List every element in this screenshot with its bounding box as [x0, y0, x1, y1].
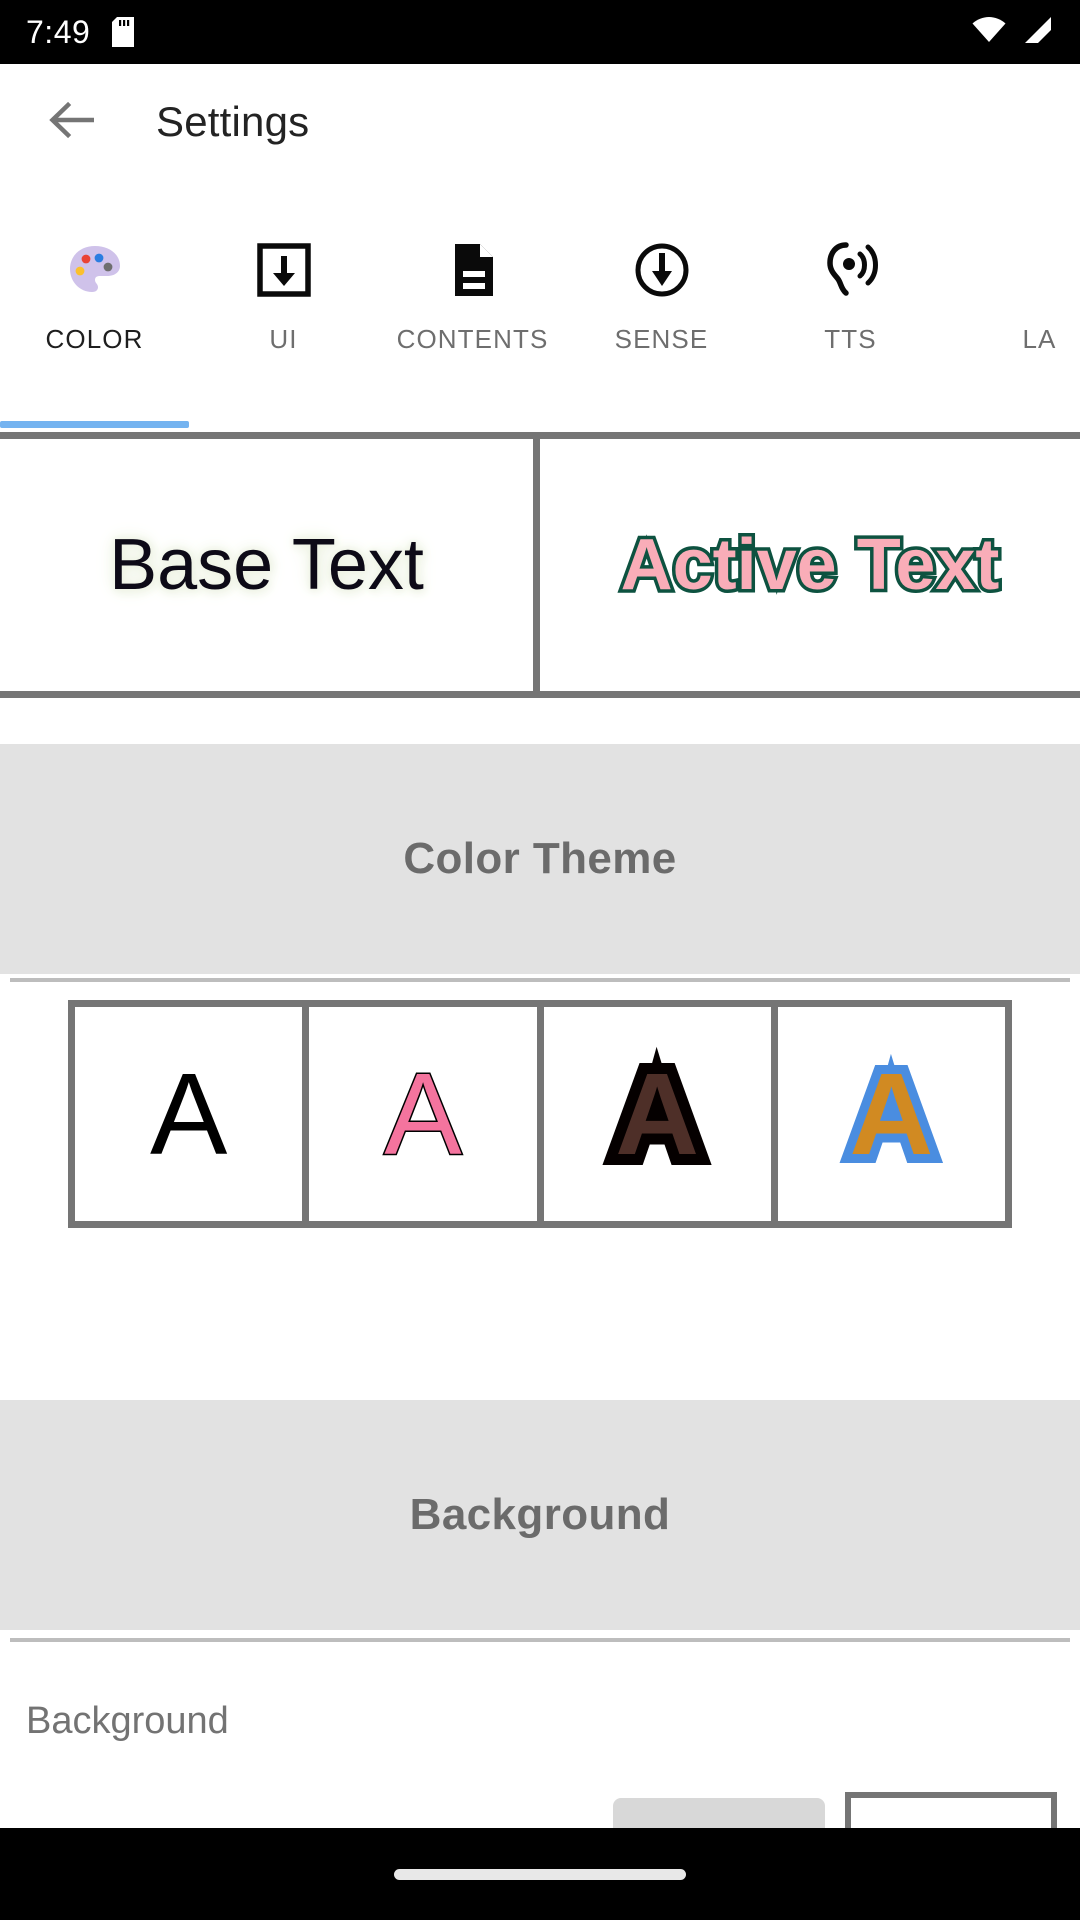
tab-contents[interactable]: CONTENTS: [378, 222, 567, 428]
section-header-background: Background: [0, 1400, 1080, 1630]
divider-background: [10, 1638, 1070, 1642]
home-gesture-pill[interactable]: [394, 1868, 686, 1880]
back-arrow-icon: [49, 100, 97, 145]
section-header-color-theme: Color Theme: [0, 744, 1080, 974]
section-title-color-theme: Color Theme: [403, 834, 677, 883]
circle-down-arrow-icon: [630, 238, 694, 302]
tab-label-sense: SENSE: [614, 324, 709, 354]
tab-sense[interactable]: SENSE: [567, 222, 756, 428]
theme-glyph-a: A: [841, 1047, 943, 1181]
tab-label-contents: CONTENTS: [396, 324, 549, 354]
color-theme-swatch-row[interactable]: A A A A: [68, 1000, 1012, 1228]
theme-glyph-a: A: [604, 1045, 710, 1183]
status-bar: 7:49: [0, 0, 1080, 64]
hearing-icon: [819, 238, 883, 302]
active-text-sample: Active Text: [617, 522, 1003, 609]
tab-label-language: LA: [1022, 324, 1057, 354]
tab-color[interactable]: COLOR: [0, 222, 189, 428]
tab-label-tts: TTS: [824, 324, 877, 354]
theme-swatch-plain-black[interactable]: A: [75, 1007, 303, 1221]
theme-swatch-brown-black[interactable]: A: [543, 1007, 771, 1221]
section-title-background: Background: [409, 1490, 671, 1539]
document-icon: [441, 238, 505, 302]
base-text-sample: Base Text: [109, 525, 424, 605]
theme-glyph-a: A: [149, 1049, 228, 1179]
tab-ui[interactable]: UI: [189, 222, 378, 428]
phone-screen: 7:49 Settings COLOR UI CONTENTS SENSE TT…: [0, 0, 1080, 1920]
cellular-signal-icon: [1022, 16, 1052, 48]
settings-tab-bar[interactable]: COLOR UI CONTENTS SENSE TTS LA: [0, 222, 1080, 428]
active-text-preview[interactable]: Active Text: [540, 439, 1080, 691]
app-bar: Settings: [0, 64, 1080, 180]
base-text-preview[interactable]: Base Text: [0, 439, 540, 691]
background-row-label: Background: [26, 1700, 229, 1742]
tab-language[interactable]: LA: [945, 222, 1080, 428]
theme-swatch-pink[interactable]: A: [309, 1007, 537, 1221]
theme-swatch-orange-blue[interactable]: A: [777, 1007, 1005, 1221]
tab-label-color: COLOR: [45, 324, 144, 354]
status-bar-clock: 7:49: [26, 13, 91, 50]
language-icon: [1008, 238, 1072, 302]
download-box-icon: [252, 238, 316, 302]
system-navigation-bar: [0, 1828, 1080, 1920]
divider-color-theme: [10, 978, 1070, 982]
tab-active-indicator: [0, 421, 189, 428]
tab-tts[interactable]: TTS: [756, 222, 945, 428]
tab-label-ui: UI: [269, 324, 298, 354]
back-button[interactable]: [42, 91, 104, 153]
color-palette-icon: [63, 238, 127, 302]
text-preview-row: Base Text Active Text: [0, 432, 1080, 698]
sd-card-icon: [112, 17, 135, 47]
wifi-icon: [972, 16, 1006, 48]
page-title: Settings: [156, 98, 310, 145]
theme-glyph-a: A: [383, 1049, 463, 1179]
status-bar-icons: [972, 16, 1052, 48]
